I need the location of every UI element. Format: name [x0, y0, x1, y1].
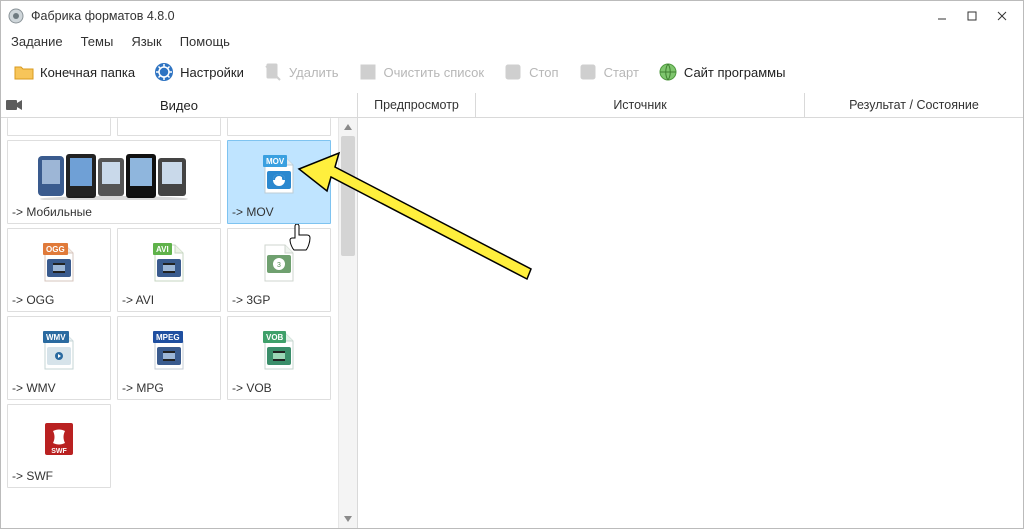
mov-file-icon: MOV: [232, 145, 326, 205]
wmv-file-icon: WMV: [12, 321, 106, 381]
titlebar: Фабрика форматов 4.8.0: [1, 1, 1023, 31]
format-tile-avi[interactable]: AVI -> AVI: [117, 228, 221, 312]
toolbar-start-button[interactable]: Старт: [573, 59, 643, 85]
toolbar-delete-button[interactable]: Удалить: [258, 59, 343, 85]
app-icon: [7, 7, 25, 25]
start-icon: [577, 61, 599, 83]
format-tile-3gp[interactable]: 3 -> 3GP: [227, 228, 331, 312]
tile-label: -> 3GP: [232, 293, 270, 307]
format-tile-cut[interactable]: [117, 118, 221, 136]
toolbar-stop-label: Стоп: [529, 65, 558, 80]
swf-file-icon: SWF: [12, 409, 106, 469]
column-preview[interactable]: Предпросмотр: [358, 93, 476, 117]
scroll-down-icon[interactable]: [339, 510, 357, 528]
svg-text:3: 3: [277, 262, 281, 269]
tile-label: -> WMV: [12, 381, 56, 395]
folder-icon: [13, 61, 35, 83]
format-tile-cut[interactable]: [227, 118, 331, 136]
formats-panel: Видео: [1, 93, 358, 528]
toolbar-start-label: Старт: [604, 65, 639, 80]
format-tile-mov[interactable]: MOV -> MOV: [227, 140, 331, 224]
ogg-file-icon: OGG: [12, 233, 106, 293]
avi-file-icon: AVI: [122, 233, 216, 293]
toolbar-stop-button[interactable]: Стоп: [498, 59, 562, 85]
video-category-icon[interactable]: [1, 99, 27, 111]
toolbar-output-folder-button[interactable]: Конечная папка: [9, 59, 139, 85]
globe-icon: [657, 61, 679, 83]
app-window: Фабрика форматов 4.8.0 Задание Темы Язык…: [0, 0, 1024, 529]
toolbar-output-folder-label: Конечная папка: [40, 65, 135, 80]
menu-help[interactable]: Помощь: [180, 34, 230, 49]
toolbar-settings-button[interactable]: Настройки: [149, 59, 248, 85]
delete-icon: [262, 61, 284, 83]
menubar: Задание Темы Язык Помощь: [1, 31, 1023, 51]
formats-grid: -> Мобильные MOV: [1, 118, 338, 528]
toolbar-settings-label: Настройки: [180, 65, 244, 80]
threegp-file-icon: 3: [232, 233, 326, 293]
format-tile-mpg[interactable]: MPEG -> MPG: [117, 316, 221, 400]
column-result[interactable]: Результат / Состояние: [805, 93, 1023, 117]
menu-themes[interactable]: Темы: [81, 34, 114, 49]
toolbar-clear-list-label: Очистить список: [384, 65, 485, 80]
vob-file-icon: VOB: [232, 321, 326, 381]
gear-icon: [153, 61, 175, 83]
scroll-up-icon[interactable]: [339, 118, 357, 136]
toolbar-website-label: Сайт программы: [684, 65, 786, 80]
format-tile-cut[interactable]: [7, 118, 111, 136]
columns-header: Предпросмотр Источник Результат / Состоя…: [358, 93, 1023, 118]
tile-label: -> MPG: [122, 381, 164, 395]
content-area: Видео: [1, 93, 1023, 528]
mobile-devices-icon: [12, 145, 216, 205]
toolbar-website-button[interactable]: Сайт программы: [653, 59, 790, 85]
format-tile-wmv[interactable]: WMV -> WMV: [7, 316, 111, 400]
format-tile-swf[interactable]: SWF -> SWF: [7, 404, 111, 488]
file-list-panel: Предпросмотр Источник Результат / Состоя…: [358, 93, 1023, 528]
menu-task[interactable]: Задание: [11, 34, 63, 49]
formats-scrollbar[interactable]: [338, 118, 357, 528]
toolbar: Конечная папка Настройки Удалить Очистит…: [1, 51, 1023, 93]
mpg-file-icon: MPEG: [122, 321, 216, 381]
file-list-area[interactable]: [358, 118, 1023, 528]
menu-language[interactable]: Язык: [131, 34, 161, 49]
svg-text:SWF: SWF: [51, 448, 67, 455]
format-tile-vob[interactable]: VOB -> VOB: [227, 316, 331, 400]
stop-icon: [502, 61, 524, 83]
column-source[interactable]: Источник: [476, 93, 805, 117]
tile-label: -> OGG: [12, 293, 54, 307]
format-tile-ogg[interactable]: OGG -> OGG: [7, 228, 111, 312]
tile-label: -> Мобильные: [12, 205, 92, 219]
minimize-button[interactable]: [927, 6, 957, 26]
formats-panel-title: Видео: [27, 98, 357, 113]
format-tile-mobile[interactable]: -> Мобильные: [7, 140, 221, 224]
close-button[interactable]: [987, 6, 1017, 26]
tile-label: -> SWF: [12, 469, 53, 483]
scroll-track[interactable]: [339, 136, 357, 510]
tile-label: -> AVI: [122, 293, 154, 307]
scroll-thumb[interactable]: [341, 136, 355, 256]
tile-label: -> VOB: [232, 381, 272, 395]
maximize-button[interactable]: [957, 6, 987, 26]
toolbar-clear-list-button[interactable]: Очистить список: [353, 59, 489, 85]
formats-panel-header: Видео: [1, 93, 357, 118]
clear-list-icon: [357, 61, 379, 83]
tile-label: -> MOV: [232, 205, 274, 219]
toolbar-delete-label: Удалить: [289, 65, 339, 80]
window-title: Фабрика форматов 4.8.0: [31, 9, 175, 23]
